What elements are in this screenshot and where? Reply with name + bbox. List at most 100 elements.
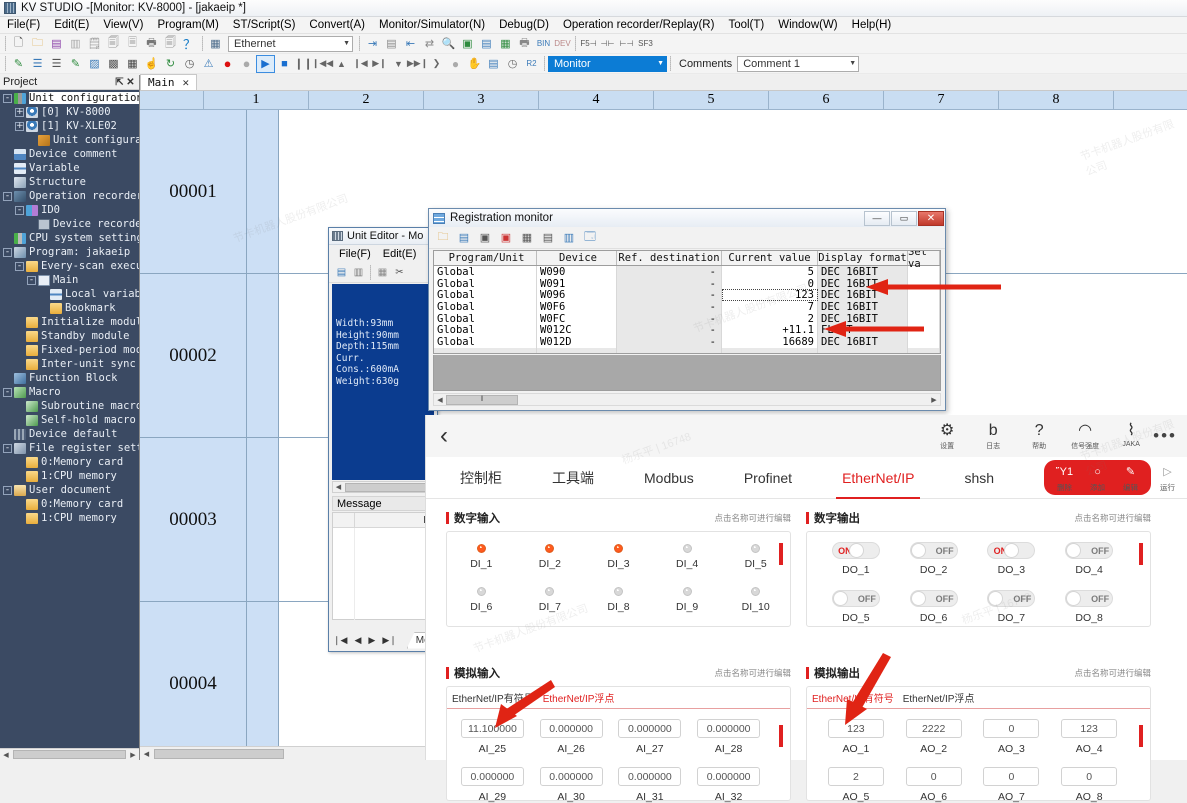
io-label[interactable]: DO_1	[842, 564, 869, 576]
tree-item[interactable]: -Every-scan execut	[0, 259, 139, 273]
toggle-switch[interactable]: OFF	[832, 590, 880, 607]
tree-item[interactable]: Unit configuratio	[0, 133, 139, 147]
monitor-window-icon[interactable]: 🗔	[580, 229, 600, 247]
analog-input-item[interactable]: 0.000000AI_28	[689, 719, 768, 755]
table-row[interactable]: GlobalW0F6-7DEC 16BIT	[434, 301, 940, 313]
unit-editor-hscrollbar[interactable]: ◀	[332, 481, 434, 493]
cell-program-unit[interactable]: Global	[434, 301, 537, 313]
tree-item[interactable]: Standby module	[0, 329, 139, 343]
tree-item[interactable]: Variable	[0, 161, 139, 175]
table-row[interactable]: GlobalW090-5DEC 16BIT	[434, 266, 940, 278]
add-button[interactable]: ○添加	[1081, 462, 1114, 493]
analog-input-value-field[interactable]: 0.000000	[618, 767, 681, 786]
expand-icon[interactable]: +	[15, 108, 24, 117]
io-label[interactable]: DI_2	[539, 558, 561, 570]
tree-item[interactable]: -Main	[0, 273, 139, 287]
record-stop-icon[interactable]: ●	[237, 55, 256, 73]
analog-output-value-field[interactable]: 2	[828, 767, 884, 786]
analog-input-value-field[interactable]: 11.100000	[461, 719, 524, 738]
tree-item[interactable]: 0:Memory card	[0, 455, 139, 469]
digital-input-item[interactable]: DI_4	[653, 544, 722, 570]
scroll-right-icon[interactable]: ▶	[928, 396, 940, 404]
analog-input-value-field[interactable]: 0.000000	[618, 719, 681, 738]
tab-item-1[interactable]: 工具端	[552, 457, 594, 499]
cell-program-unit[interactable]: Global	[434, 289, 537, 301]
delete-device-icon[interactable]: ▣	[496, 229, 516, 247]
io-label[interactable]: AI_30	[557, 791, 584, 803]
cell-ref-destination[interactable]: -	[617, 313, 722, 325]
list2-icon[interactable]: ☰	[47, 55, 66, 73]
cycle-icon[interactable]: ↻	[161, 55, 180, 73]
tree-item[interactable]: -Operation recorder s	[0, 189, 139, 203]
cell-current-value[interactable]: 123	[722, 289, 818, 301]
collapse-icon[interactable]: -	[15, 206, 24, 215]
lock-icon[interactable]: ▤	[382, 35, 401, 53]
io-label[interactable]: AI_26	[557, 743, 584, 755]
unit-editor-canvas[interactable]: Width:93mmHeight:90mmDepth:115mmCurr. Co…	[332, 284, 434, 480]
tree-item[interactable]: -User document	[0, 483, 139, 497]
bin-icon[interactable]: BIN	[534, 35, 553, 53]
digital-input-item[interactable]: DI_8	[584, 587, 653, 613]
scroll-thumb[interactable]	[154, 749, 284, 759]
print-icon[interactable]: 🖶	[142, 35, 161, 53]
last-icon[interactable]: ▶▶❙	[408, 55, 427, 73]
matrix-icon[interactable]: ▩	[104, 55, 123, 73]
menu-item-helph[interactable]: Help(H)	[845, 18, 899, 32]
toggle-switch[interactable]: OFF	[987, 590, 1035, 607]
tree-item[interactable]: 1:CPU memory	[0, 469, 139, 483]
io-label[interactable]: AO_3	[998, 743, 1025, 755]
analog-output-item[interactable]: 0AO_8	[1050, 767, 1128, 803]
close-button[interactable]: ✕	[918, 211, 944, 226]
scroll-left-icon[interactable]: ◀	[333, 483, 344, 491]
cell-current-value[interactable]: 0	[722, 278, 818, 290]
list-icon[interactable]: ☰	[28, 55, 47, 73]
io-label[interactable]: DO_7	[998, 612, 1025, 624]
io-label[interactable]: AI_25	[479, 743, 506, 755]
cell-set-value[interactable]	[908, 266, 940, 278]
connection-select[interactable]: Ethernet ▼	[228, 36, 353, 52]
cell-program-unit[interactable]: Global	[434, 278, 537, 290]
cell-device[interactable]: W096	[537, 289, 617, 301]
analog-output-value-field[interactable]: 0	[1061, 767, 1117, 786]
fkey-f5-icon[interactable]: F5⊣	[579, 35, 598, 53]
rung-body[interactable]	[247, 274, 279, 437]
rung-body[interactable]	[247, 602, 279, 746]
cell-current-value[interactable]: 7	[722, 301, 818, 313]
cell-display-format[interactable]: DEC 16BIT	[818, 266, 908, 278]
expand-icon[interactable]: +	[15, 122, 24, 131]
analog-input-item[interactable]: 0.000000AI_26	[532, 719, 611, 755]
cell-ref-destination[interactable]: -	[617, 324, 722, 336]
transfer-from-plc-icon[interactable]: ⇤	[401, 35, 420, 53]
print-preview-icon[interactable]: 🗏	[123, 35, 142, 53]
edit-button[interactable]: ✎编辑	[1114, 462, 1147, 493]
insert-row-icon[interactable]: ▦	[517, 229, 537, 247]
analog-output-item[interactable]: 123AO_1	[817, 719, 895, 755]
io-label[interactable]: DI_8	[607, 601, 629, 613]
collapse-icon[interactable]: -	[3, 192, 12, 201]
table-row[interactable]: GlobalW096-123DEC 16BIT	[434, 289, 940, 301]
menu-item-edite[interactable]: Edit(E)	[47, 18, 96, 32]
analog-input-value-field[interactable]: 0.000000	[697, 767, 760, 786]
up-icon[interactable]: ▲	[332, 55, 351, 73]
robot-arm-button[interactable]: ⌇JAKA	[1115, 422, 1147, 448]
digital-output-item[interactable]: OFFDO_8	[1050, 590, 1128, 624]
unit-editor-menu-edit[interactable]: Edit(E)	[383, 248, 417, 260]
wifi-button[interactable]: ◠信号强度	[1069, 422, 1101, 451]
analog-output-value-field[interactable]: 0	[983, 767, 1039, 786]
menu-item-windoww[interactable]: Window(W)	[771, 18, 844, 32]
tree-item[interactable]: -File register settin	[0, 441, 139, 455]
table-row[interactable]: GlobalW012C-+11.1FLOAT	[434, 324, 940, 336]
tree-item[interactable]: -Program: jakaeip	[0, 245, 139, 259]
toggle-switch[interactable]: ON	[987, 542, 1035, 559]
fkey-f6-icon[interactable]: ⊢⊣	[617, 35, 636, 53]
run-icon[interactable]: ▶	[256, 55, 275, 73]
digital-input-item[interactable]: DI_1	[447, 544, 516, 570]
digital-output-item[interactable]: OFFDO_2	[895, 542, 973, 576]
table-row[interactable]: GlobalW0FC-2DEC 16BIT	[434, 313, 940, 325]
edit-monitor-icon[interactable]: ▣	[458, 35, 477, 53]
cell-current-value[interactable]: 16689	[722, 336, 818, 348]
collapse-icon[interactable]: -	[3, 248, 12, 257]
scroll-left-icon[interactable]: ◀	[0, 751, 12, 759]
scroll-left-icon[interactable]: ◀	[434, 396, 446, 404]
hand-icon[interactable]: ✋	[465, 55, 484, 73]
